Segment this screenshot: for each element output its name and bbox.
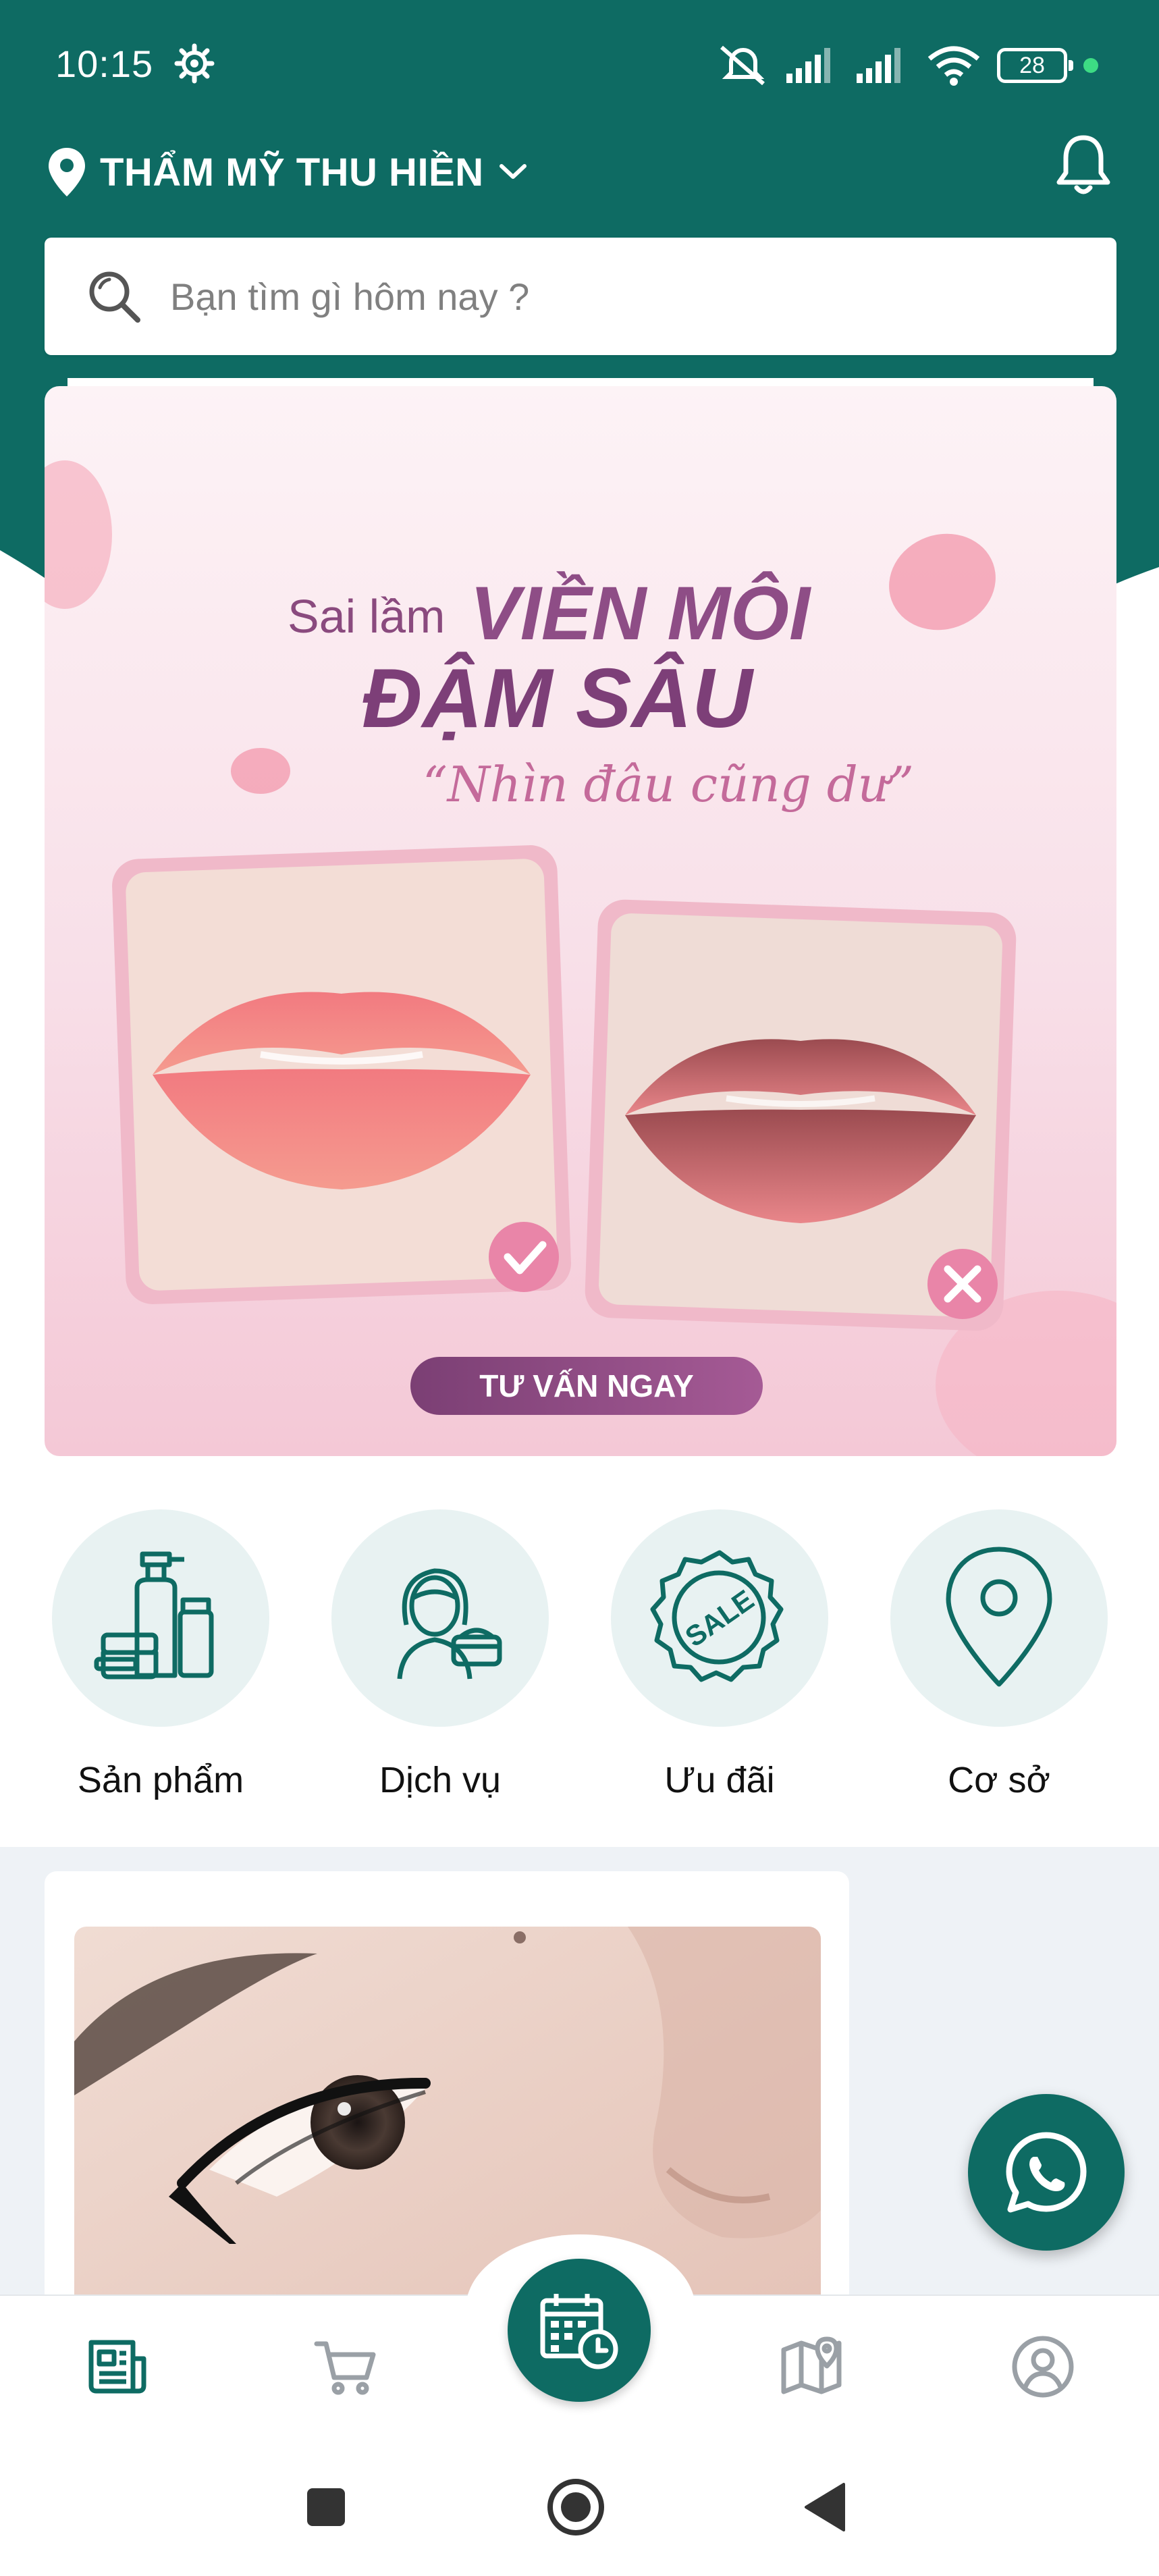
search-placeholder: Bạn tìm gì hôm nay ?	[170, 275, 530, 318]
nav-cart[interactable]	[309, 2330, 383, 2404]
home-circle-icon	[547, 2479, 604, 2535]
whatsapp-icon	[1006, 2132, 1087, 2213]
category-label: Cơ sở	[948, 1760, 1050, 1800]
cosmetics-icon	[94, 1551, 214, 1680]
category-circle: SALE	[611, 1509, 828, 1727]
banner-tagline: “Nhìn đâu cũng dư”	[423, 756, 914, 813]
system-navigation-bar	[0, 2436, 1159, 2576]
category-locations[interactable]: Cơ sở	[884, 1509, 1114, 1801]
battery-icon: 28	[997, 48, 1073, 83]
location-selector[interactable]: THẨM MỸ THU HIỀN	[47, 135, 529, 209]
category-promotions[interactable]: SALE Ưu đãi	[605, 1509, 834, 1801]
category-circle	[52, 1509, 269, 1727]
mute-vibrate-icon	[720, 45, 765, 86]
banner-line1-small: Sai lầm	[288, 590, 445, 643]
category-products[interactable]: Sản phẩm	[46, 1509, 275, 1801]
banner-line2-big: ĐẬM SÂU	[362, 651, 755, 745]
news-icon	[88, 2340, 146, 2394]
wifi-icon	[927, 46, 980, 86]
category-circle	[331, 1509, 549, 1727]
status-time: 10:15	[55, 43, 154, 85]
nav-account[interactable]	[1006, 2330, 1080, 2404]
location-pin-icon	[49, 148, 85, 196]
back-button[interactable]	[788, 2470, 863, 2544]
category-circle	[890, 1509, 1108, 1727]
feed-card-image	[74, 1927, 821, 2295]
search-bar[interactable]: Bạn tìm gì hôm nay ?	[45, 238, 1116, 355]
signal-icon-2	[857, 48, 900, 83]
banner-line1-big: VIỀN MÔI	[470, 571, 812, 655]
square-icon	[307, 2488, 345, 2526]
status-bar: 10:15 28	[0, 0, 1159, 135]
account-icon	[1012, 2336, 1074, 2398]
recent-apps-button[interactable]	[289, 2470, 363, 2544]
privacy-indicator-dot	[1083, 58, 1098, 73]
location-title: THẨM MỸ THU HIỀN	[100, 150, 484, 194]
nav-map[interactable]	[775, 2330, 849, 2404]
status-icons: 28	[716, 42, 1098, 89]
lip-photo-wrong	[585, 899, 1017, 1331]
svg-text:SALE: SALE	[680, 1584, 760, 1653]
map-icon	[781, 2336, 842, 2394]
battery-level: 28	[1019, 52, 1045, 78]
category-services[interactable]: Dịch vụ	[325, 1509, 555, 1801]
category-label: Dịch vụ	[379, 1760, 502, 1800]
lip-photo-correct	[112, 845, 571, 1304]
booking-calendar-icon	[540, 2294, 618, 2369]
category-label: Sản phẩm	[77, 1760, 244, 1800]
category-label: Ưu đãi	[664, 1760, 775, 1800]
chevron-down-icon	[499, 164, 527, 179]
whatsapp-button[interactable]	[968, 2094, 1125, 2251]
settings-gear-icon	[174, 43, 215, 84]
feed-card[interactable]	[45, 1871, 849, 2295]
bell-icon[interactable]	[1055, 132, 1112, 197]
sale-badge-icon: SALE	[650, 1550, 784, 1682]
map-pin-icon	[946, 1547, 1052, 1687]
signal-icon	[786, 48, 830, 83]
service-woman-icon	[397, 1568, 502, 1680]
home-button[interactable]	[539, 2470, 613, 2544]
consult-now-label: TƯ VẤN NGAY	[479, 1368, 694, 1403]
booking-button[interactable]	[508, 2259, 651, 2402]
search-icon	[89, 271, 140, 323]
cart-icon	[314, 2341, 376, 2395]
back-triangle-icon	[805, 2483, 845, 2531]
news-feed	[0, 1847, 1159, 2295]
category-row: Sản phẩm Dịch vụ SALE Ưu đãi Cơ sở	[0, 1509, 1159, 1847]
promo-banner[interactable]: Sai lầm VIỀN MÔI ĐẬM SÂU “Nhìn đâu cũng …	[45, 386, 1116, 1456]
nav-news[interactable]	[80, 2330, 154, 2404]
